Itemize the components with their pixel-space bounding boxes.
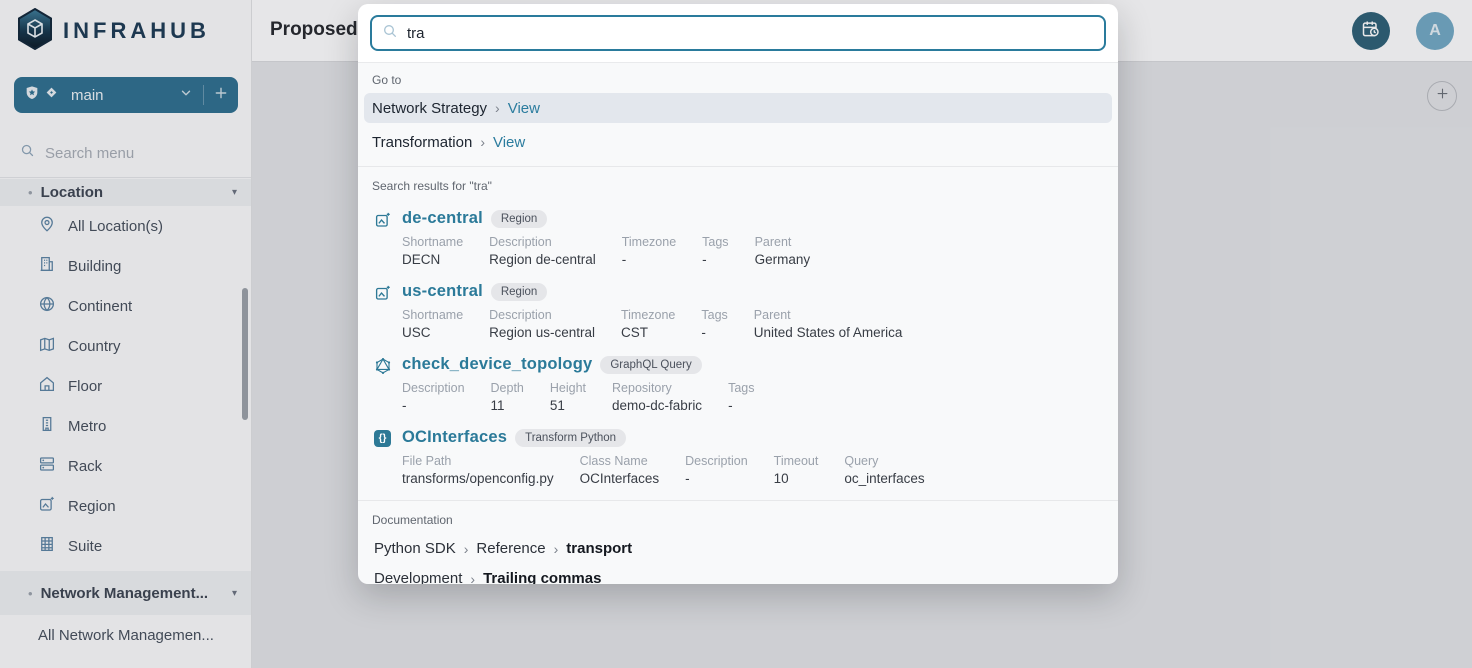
- goto-row-transformation[interactable]: Transformation › View: [364, 127, 1112, 157]
- region-image-icon: [374, 209, 394, 268]
- result-title[interactable]: check_device_topology: [402, 355, 592, 374]
- result-kind-badge: Region: [491, 210, 547, 228]
- result-kind-badge: Transform Python: [515, 429, 626, 447]
- search-result-us-central[interactable]: us-central Region ShortnameUSC Descripti…: [358, 272, 1118, 345]
- global-search-input-wrap[interactable]: [370, 15, 1106, 51]
- chevron-right-icon: ›: [470, 571, 475, 585]
- result-title[interactable]: OCInterfaces: [402, 428, 507, 447]
- doc-link-trailing-commas[interactable]: Development › Trailing commas: [358, 557, 1118, 584]
- results-section-label: Search results for "tra": [372, 179, 1104, 193]
- result-title[interactable]: us-central: [402, 282, 483, 301]
- result-kind-badge: GraphQL Query: [600, 356, 701, 374]
- goto-row-network-strategy[interactable]: Network Strategy › View: [364, 93, 1112, 123]
- global-search-input[interactable]: [407, 25, 1094, 42]
- chevron-right-icon: ›: [495, 100, 500, 116]
- chevron-right-icon: ›: [464, 541, 469, 557]
- result-kind-badge: Region: [491, 283, 547, 301]
- result-title[interactable]: de-central: [402, 209, 483, 228]
- graphql-icon: [374, 355, 394, 414]
- search-icon: [382, 23, 398, 44]
- chevron-right-icon: ›: [480, 134, 485, 150]
- view-link[interactable]: View: [493, 134, 525, 151]
- transform-python-icon: {}: [374, 428, 394, 487]
- search-result-de-central[interactable]: de-central Region ShortnameDECN Descript…: [358, 199, 1118, 272]
- region-image-icon: [374, 282, 394, 341]
- search-result-ocinterfaces[interactable]: {} OCInterfaces Transform Python File Pa…: [358, 418, 1118, 491]
- view-link[interactable]: View: [508, 100, 540, 117]
- chevron-right-icon: ›: [554, 541, 559, 557]
- goto-section-label: Go to: [372, 73, 1104, 87]
- search-result-check-device-topology[interactable]: check_device_topology GraphQL Query Desc…: [358, 345, 1118, 418]
- global-search-modal: Go to Network Strategy › View Transforma…: [358, 4, 1118, 584]
- doc-link-transport[interactable]: Python SDK › Reference › transport: [358, 527, 1118, 557]
- documentation-section-label: Documentation: [372, 513, 1104, 527]
